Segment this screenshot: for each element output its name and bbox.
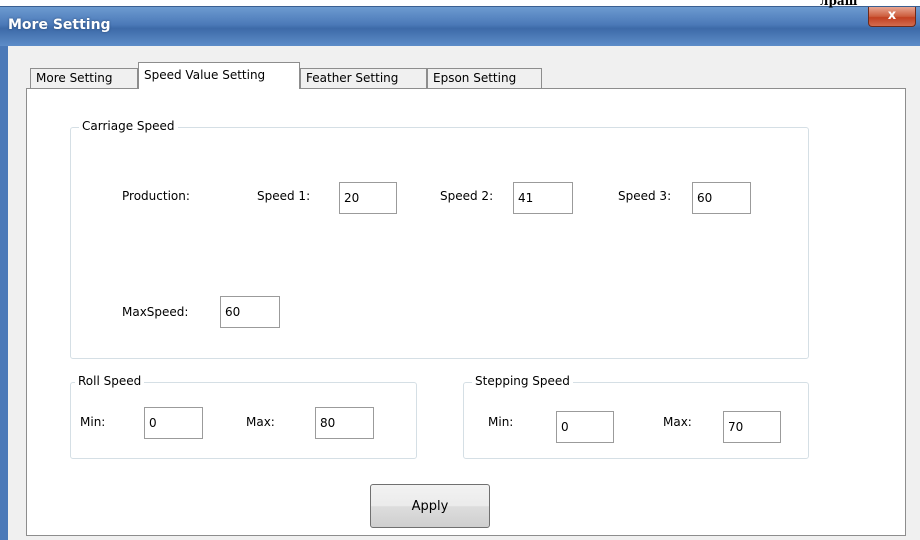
stepping-min-input[interactable]: [556, 411, 614, 443]
close-button[interactable]: x: [868, 7, 916, 27]
clipped-text: лраш: [820, 0, 858, 8]
carriage-speed-title: Carriage Speed: [79, 119, 178, 133]
apply-button[interactable]: Apply: [370, 484, 490, 528]
title-bar[interactable]: More Setting x: [0, 6, 920, 46]
window-title: More Setting: [8, 17, 111, 33]
roll-max-label: Max:: [246, 415, 275, 429]
speed1-label: Speed 1:: [257, 189, 311, 203]
stepping-min-label: Min:: [488, 415, 514, 429]
tab-epson-setting[interactable]: Epson Setting: [427, 68, 542, 88]
roll-max-input[interactable]: [315, 407, 374, 439]
maxspeed-input[interactable]: [220, 296, 280, 328]
close-icon: x: [887, 8, 897, 23]
roll-min-input[interactable]: [144, 407, 203, 439]
stepping-max-input[interactable]: [723, 411, 781, 443]
speed3-input[interactable]: [692, 182, 751, 214]
tab-more-setting[interactable]: More Setting: [30, 68, 138, 88]
speed3-label: Speed 3:: [618, 189, 672, 203]
maxspeed-label: MaxSpeed:: [122, 305, 189, 319]
stepping-speed-title: Stepping Speed: [472, 374, 573, 388]
speed2-input[interactable]: [513, 182, 573, 214]
stepping-max-label: Max:: [663, 415, 692, 429]
speed2-label: Speed 2:: [440, 189, 494, 203]
roll-speed-title: Roll Speed: [75, 374, 145, 388]
production-label: Production:: [122, 189, 190, 203]
tab-speed-value-setting[interactable]: Speed Value Setting: [138, 62, 300, 89]
speed-value-panel: Carriage Speed Production: Speed 1: Spee…: [26, 88, 906, 536]
tab-feather-setting[interactable]: Feather Setting: [300, 68, 427, 88]
carriage-speed-group: Carriage Speed: [70, 119, 809, 359]
roll-min-label: Min:: [80, 415, 106, 429]
speed1-input[interactable]: [339, 182, 397, 214]
